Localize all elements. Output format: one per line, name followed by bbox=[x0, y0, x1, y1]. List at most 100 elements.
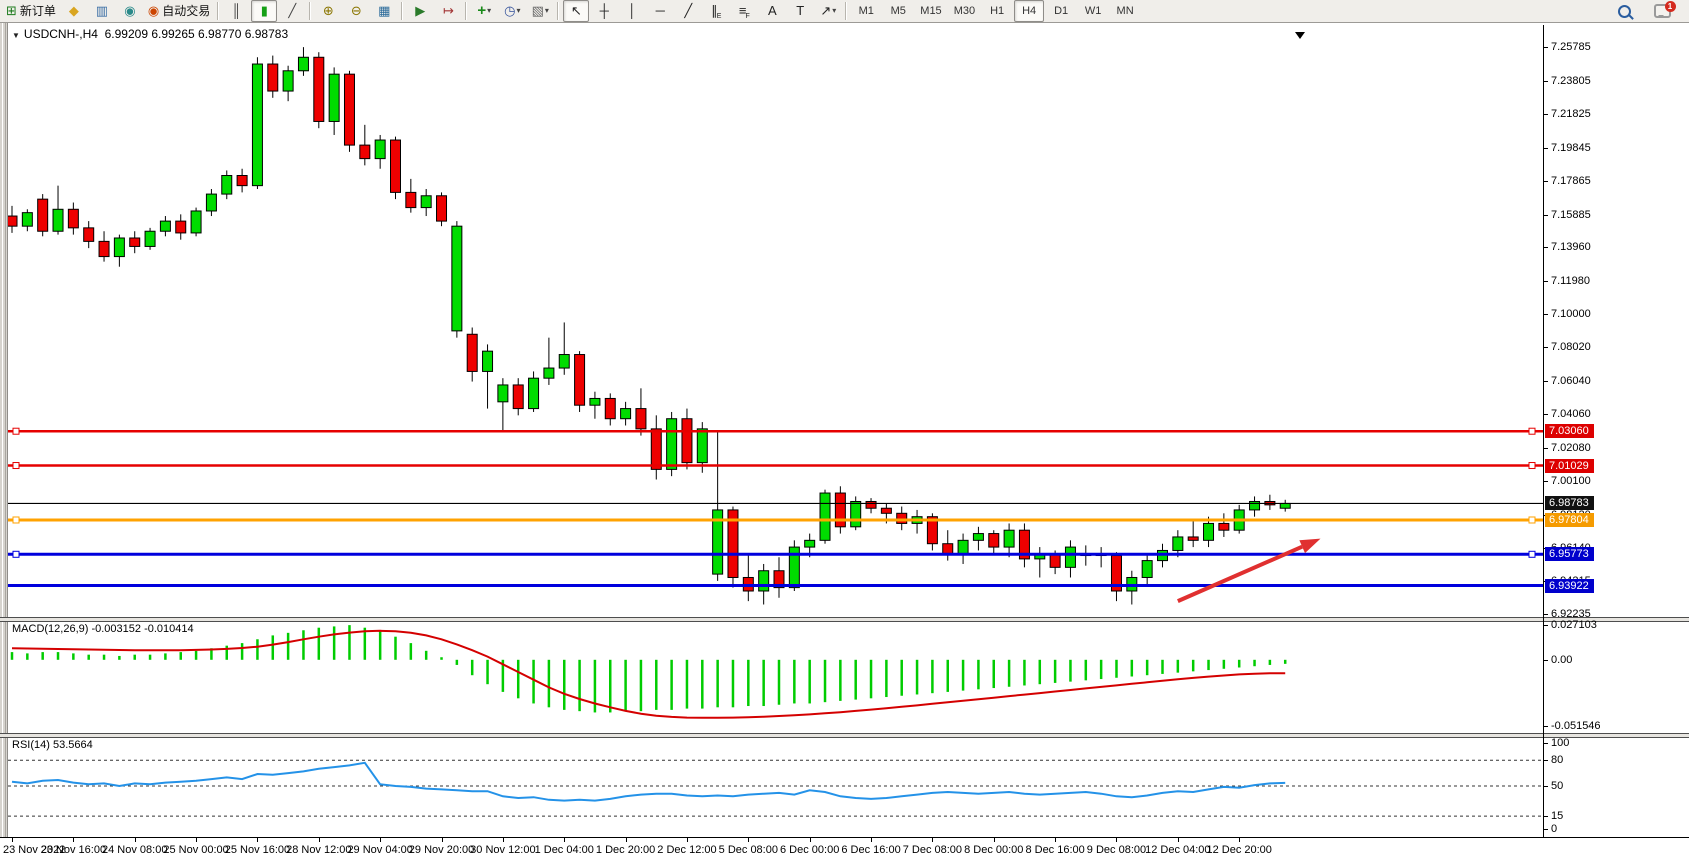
rsi-axis-label: 80 bbox=[1551, 754, 1563, 766]
chat-button[interactable]: 1 bbox=[1649, 0, 1675, 22]
bull-candle bbox=[973, 527, 983, 551]
bear-candle bbox=[176, 214, 186, 239]
trendline-button[interactable]: ╱ bbox=[675, 0, 701, 22]
time-axis-label: 1 Dec 04:00 bbox=[535, 844, 594, 856]
line-handle[interactable] bbox=[1529, 551, 1535, 557]
chart-window[interactable]: ▼USDCNH-,H4 6.99209 6.99265 6.98770 6.98… bbox=[0, 23, 1689, 860]
tile-windows-button[interactable]: ▦ bbox=[371, 0, 397, 22]
price-axis[interactable]: 7.257857.238057.218257.198457.178657.158… bbox=[1543, 25, 1689, 837]
time-axis-tick bbox=[626, 838, 627, 842]
search-button[interactable] bbox=[1611, 0, 1637, 22]
search-icon bbox=[1618, 5, 1631, 18]
macd-panel[interactable] bbox=[8, 620, 1543, 733]
chevron-down-icon[interactable]: ▾ bbox=[516, 1, 520, 21]
time-axis-tick bbox=[932, 838, 933, 842]
time-axis-tick bbox=[73, 838, 74, 842]
signals-button[interactable]: ◉ bbox=[117, 0, 143, 22]
arrows-button[interactable]: ↗▾ bbox=[815, 0, 841, 22]
timeframe-button-m5[interactable]: M5 bbox=[883, 0, 913, 22]
current-price-line-price-badge: 6.98783 bbox=[1545, 496, 1594, 510]
line-handle[interactable] bbox=[1529, 428, 1535, 434]
trendline-icon: ╱ bbox=[684, 1, 692, 21]
zoom-out-button[interactable]: ⊖ bbox=[343, 0, 369, 22]
arrows-icon: ↗ bbox=[820, 1, 831, 21]
toolbar-separator bbox=[465, 2, 467, 20]
vertical-line-button[interactable]: │ bbox=[619, 0, 645, 22]
bull-candle bbox=[206, 189, 216, 216]
bull-candle bbox=[375, 135, 385, 169]
autotrading-button[interactable]: ◉自动交易 bbox=[145, 0, 213, 22]
rsi-axis-label: 15 bbox=[1551, 810, 1563, 822]
bull-candle bbox=[1035, 547, 1045, 577]
new-order-icon: ⊞ bbox=[6, 1, 17, 21]
axis-tick bbox=[1544, 281, 1548, 282]
chart-shift-button[interactable]: ↦ bbox=[435, 0, 461, 22]
left-grip-strip[interactable] bbox=[0, 23, 8, 837]
timeframe-button-h4[interactable]: H4 bbox=[1014, 0, 1044, 22]
rsi-axis-label: 0 bbox=[1551, 823, 1557, 835]
zoom-in-button[interactable]: ⊕ bbox=[315, 0, 341, 22]
line-chart-button[interactable]: ╱ bbox=[279, 0, 305, 22]
chart-menu-icon[interactable]: ▼ bbox=[12, 31, 20, 40]
line-handle[interactable] bbox=[13, 551, 19, 557]
fibonacci-button[interactable]: ≡F bbox=[731, 0, 757, 22]
chat-icon: 1 bbox=[1654, 4, 1671, 18]
indicators-button[interactable]: +▾ bbox=[471, 0, 497, 22]
bull-candle bbox=[958, 534, 968, 564]
crosshair-button[interactable]: ┼ bbox=[591, 0, 617, 22]
bear-candle bbox=[268, 56, 278, 98]
bear-candle bbox=[1096, 547, 1106, 567]
equidistant-channel-button[interactable]: ∥E bbox=[703, 0, 729, 22]
line-handle[interactable] bbox=[1529, 517, 1535, 523]
bull-candle bbox=[1127, 571, 1137, 605]
chart-shift-marker-icon[interactable] bbox=[1295, 32, 1305, 39]
timeframe-button-m30[interactable]: M30 bbox=[949, 0, 980, 22]
toolbar-separator bbox=[217, 2, 219, 20]
candlestick-chart-button[interactable]: ▮ bbox=[251, 0, 277, 22]
new-order-button[interactable]: ⊞新订单 bbox=[3, 0, 59, 22]
bull-candle bbox=[1065, 540, 1075, 577]
auto-scroll-button[interactable]: ▶ bbox=[407, 0, 433, 22]
timeframe-button-m1[interactable]: M1 bbox=[851, 0, 881, 22]
line-handle[interactable] bbox=[1529, 463, 1535, 469]
bull-candle bbox=[483, 344, 493, 408]
line-handle[interactable] bbox=[13, 428, 19, 434]
time-axis-label: 6 Dec 16:00 bbox=[841, 844, 900, 856]
periods-button[interactable]: ◷▾ bbox=[499, 0, 525, 22]
timeframe-button-m15[interactable]: M15 bbox=[915, 0, 946, 22]
time-axis-label: 28 Nov 12:00 bbox=[286, 844, 351, 856]
axis-tick bbox=[1544, 726, 1548, 727]
text-button[interactable]: A bbox=[759, 0, 785, 22]
toolbar: ⊞新订单◆▥◉◉自动交易║▮╱⊕⊖▦▶↦+▾◷▾▧▾↖┼│─╱∥E≡FAT↗▾M… bbox=[0, 0, 1689, 23]
bar-chart-button[interactable]: ║ bbox=[223, 0, 249, 22]
timeframe-button-d1[interactable]: D1 bbox=[1046, 0, 1076, 22]
time-axis[interactable]: 23 Nov 202223 Nov 16:0024 Nov 08:0025 No… bbox=[0, 837, 1689, 860]
bull-candle bbox=[851, 496, 861, 530]
price-chart-panel[interactable] bbox=[8, 28, 1543, 617]
gold-button[interactable]: ◆ bbox=[61, 0, 87, 22]
timeframe-button-h1[interactable]: H1 bbox=[982, 0, 1012, 22]
trend-arrow-annotation[interactable] bbox=[1178, 539, 1321, 601]
timeframe-button-w1[interactable]: W1 bbox=[1078, 0, 1108, 22]
rsi-panel[interactable] bbox=[8, 736, 1543, 837]
rsi-indicator-label: RSI(14) 53.5664 bbox=[12, 739, 93, 751]
time-axis-tick bbox=[748, 838, 749, 842]
bull-candle bbox=[498, 378, 508, 432]
cursor-button[interactable]: ↖ bbox=[563, 0, 589, 22]
line-handle[interactable] bbox=[13, 463, 19, 469]
chevron-down-icon[interactable]: ▾ bbox=[832, 1, 836, 21]
text-label-button[interactable]: T bbox=[787, 0, 813, 22]
chevron-down-icon[interactable]: ▾ bbox=[545, 1, 549, 21]
bear-candle bbox=[835, 486, 845, 533]
support-line-2-price-badge: 6.93922 bbox=[1545, 579, 1594, 593]
bear-candle bbox=[743, 554, 753, 601]
macd-axis-label: -0.051546 bbox=[1551, 720, 1601, 732]
horizontal-line-button[interactable]: ─ bbox=[647, 0, 673, 22]
bull-candle bbox=[191, 208, 201, 237]
chevron-down-icon[interactable]: ▾ bbox=[487, 1, 491, 21]
tile-windows-icon: ▦ bbox=[378, 1, 390, 21]
templates-button[interactable]: ▧▾ bbox=[527, 0, 553, 22]
market-button[interactable]: ▥ bbox=[89, 0, 115, 22]
timeframe-button-mn[interactable]: MN bbox=[1110, 0, 1140, 22]
line-handle[interactable] bbox=[13, 517, 19, 523]
